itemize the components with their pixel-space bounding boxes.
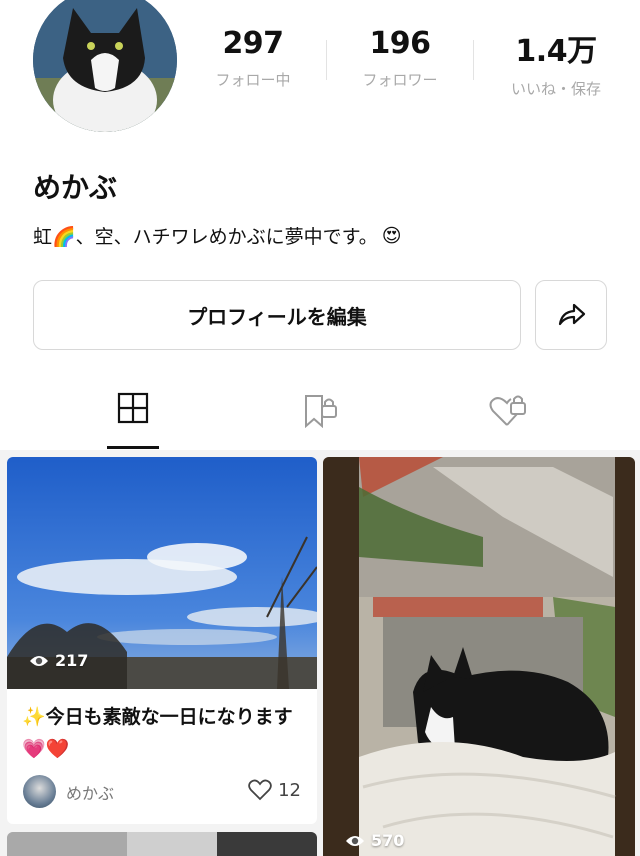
- eye-icon: [30, 655, 48, 666]
- view-count: 570: [345, 831, 404, 850]
- grid-icon: [117, 392, 149, 424]
- post-image-partial: [7, 832, 317, 856]
- post-card[interactable]: 570: [323, 457, 635, 856]
- post-author[interactable]: めかぶ: [23, 775, 114, 808]
- view-count-value: 570: [371, 831, 405, 850]
- view-count-value: 217: [55, 651, 89, 670]
- active-tab-indicator: [107, 446, 159, 449]
- stats-divider: [326, 40, 327, 80]
- likes-saves-label: いいね・保存: [510, 80, 601, 98]
- profile-bio: 虹🌈、空、ハチワレめかぶに夢中です。 😍: [33, 222, 402, 249]
- post-card[interactable]: 217 ✨今日も素敵な一日になります💗❤️ めかぶ 12: [7, 457, 317, 824]
- following-stat[interactable]: 297 フォロー中: [183, 26, 323, 90]
- tab-saved[interactable]: [290, 392, 350, 442]
- bio-text: 虹🌈、空、ハチワレめかぶに夢中です。: [33, 226, 378, 248]
- share-icon: [558, 303, 586, 326]
- post-image-cat: [323, 457, 635, 856]
- view-count: 217: [29, 651, 88, 670]
- profile-avatar[interactable]: [33, 0, 177, 132]
- likes-saves-stat[interactable]: 1.4万 いいね・保存: [486, 26, 626, 99]
- heart-icon: [248, 779, 272, 801]
- like-button[interactable]: 12: [248, 779, 301, 801]
- eye-icon: [346, 835, 364, 846]
- like-count: 12: [278, 779, 301, 801]
- followers-stat[interactable]: 196 フォロワー: [330, 26, 470, 90]
- tab-posts[interactable]: [103, 392, 163, 442]
- following-count: 297: [222, 26, 284, 61]
- bookmark-lock-icon: [305, 395, 337, 428]
- likes-saves-count: 1.4万: [515, 34, 597, 69]
- share-button[interactable]: [535, 280, 607, 350]
- stats-divider: [473, 40, 474, 80]
- edit-profile-button[interactable]: プロフィールを編集: [33, 280, 521, 350]
- followers-count: 196: [369, 26, 431, 61]
- bio-emoji: 😍: [381, 224, 402, 247]
- profile-name: めかぶ: [33, 171, 118, 204]
- author-name: めかぶ: [66, 783, 115, 803]
- post-title: ✨今日も素敵な一日になります💗❤️: [22, 706, 293, 760]
- followers-label: フォロワー: [362, 71, 438, 89]
- following-label: フォロー中: [215, 71, 291, 89]
- heart-lock-icon: [489, 395, 526, 426]
- post-card[interactable]: [7, 832, 317, 856]
- author-avatar: [23, 775, 56, 808]
- tab-liked[interactable]: [477, 392, 537, 442]
